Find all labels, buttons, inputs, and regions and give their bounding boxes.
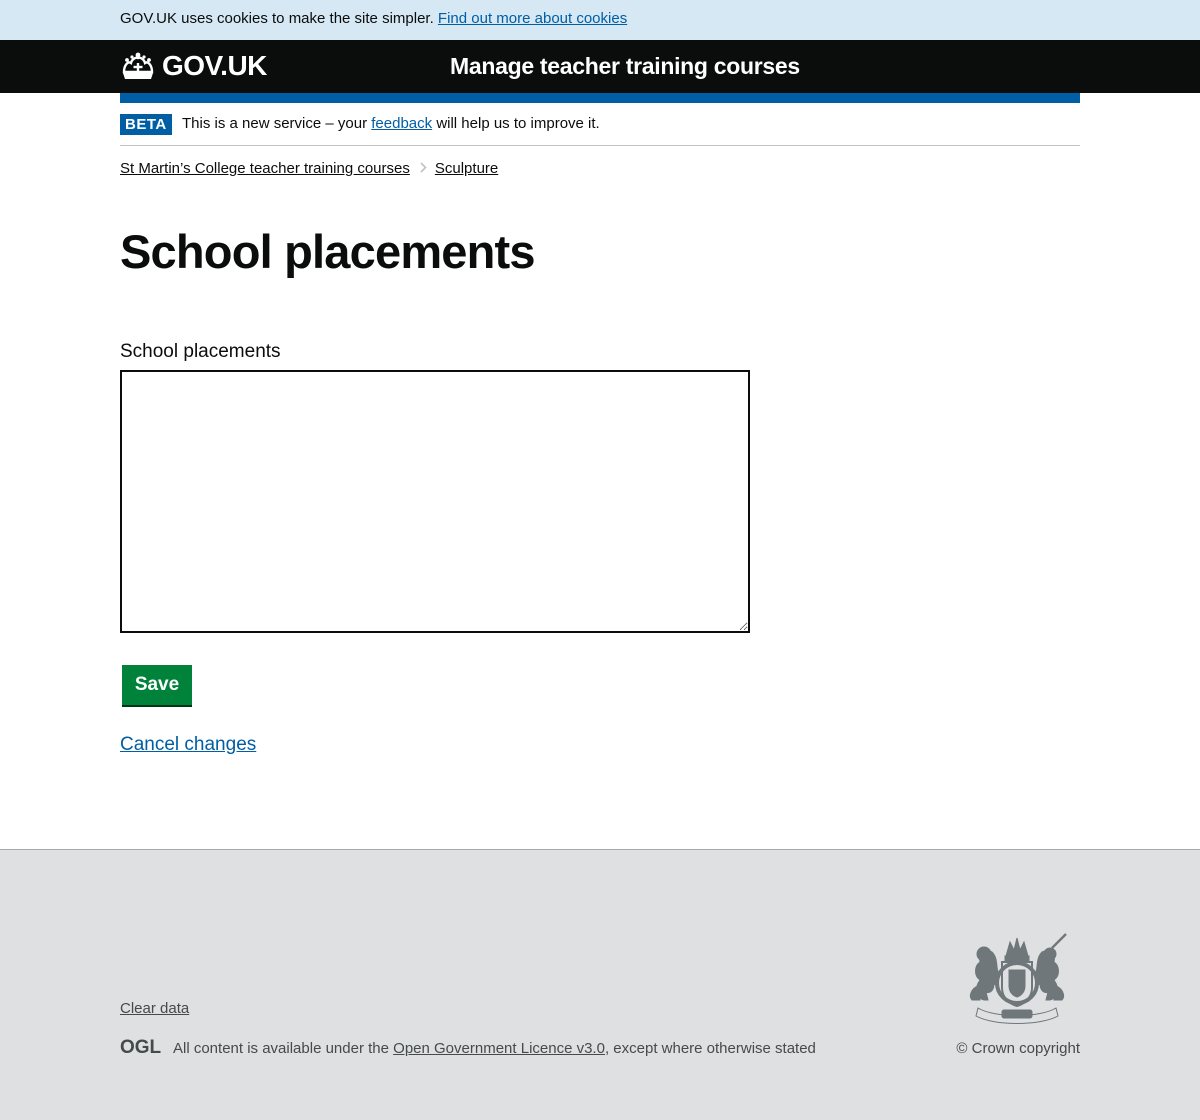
crown-copyright-link[interactable]: © Crown copyright — [956, 1040, 1080, 1057]
govuk-logo-text: GOV.UK — [162, 50, 267, 81]
licence-text-before: All content is available under the — [173, 1040, 389, 1057]
licence-statement: OGL All content is available under the O… — [120, 1037, 816, 1059]
royal-coat-of-arms-icon — [954, 926, 1080, 1033]
header-blue-stripe — [120, 93, 1080, 103]
breadcrumb-item-college-courses[interactable]: St Martin’s College teacher training cou… — [120, 160, 410, 178]
page-title: School placements — [120, 225, 536, 278]
phase-banner: BETA This is a new service – your feedba… — [120, 103, 1080, 146]
cookie-info-link[interactable]: Find out more about cookies — [438, 10, 627, 27]
save-button[interactable]: Save — [122, 665, 192, 705]
site-header: GOV.UK Manage teacher training courses — [0, 40, 1200, 93]
breadcrumb-item-sculpture[interactable]: Sculpture — [435, 160, 498, 178]
beta-tag: BETA — [120, 114, 172, 135]
feedback-link[interactable]: feedback — [371, 115, 432, 132]
phase-banner-message: This is a new service – your feedback wi… — [182, 115, 600, 133]
breadcrumb: St Martin’s College teacher training cou… — [120, 160, 498, 178]
cookie-banner-text: GOV.UK uses cookies to make the site sim… — [120, 10, 434, 27]
site-footer: Clear data OGL All content is available … — [0, 849, 1200, 1120]
phase-text-before: This is a new service – your — [182, 115, 368, 132]
clear-data-link[interactable]: Clear data — [120, 1000, 189, 1018]
cancel-changes-link[interactable]: Cancel changes — [120, 734, 256, 756]
phase-text-after: will help us to improve it. — [436, 115, 600, 132]
licence-text-after: , except where otherwise stated — [604, 1040, 816, 1057]
school-placements-label: School placements — [120, 341, 281, 362]
ogl-logo-icon: OGL — [120, 1037, 162, 1059]
service-name-link[interactable]: Manage teacher training courses — [450, 53, 800, 80]
cookie-banner: GOV.UK uses cookies to make the site sim… — [0, 0, 1200, 40]
govuk-logo-link[interactable]: GOV.UK — [120, 50, 267, 81]
school-placements-textarea[interactable] — [120, 370, 750, 633]
crown-icon — [120, 51, 156, 81]
chevron-right-icon — [420, 160, 427, 178]
cookie-banner-message: GOV.UK uses cookies to make the site sim… — [120, 10, 627, 28]
open-government-licence-link[interactable]: Open Government Licence v3.0 — [393, 1040, 605, 1057]
svg-text:OGL: OGL — [120, 1038, 161, 1055]
